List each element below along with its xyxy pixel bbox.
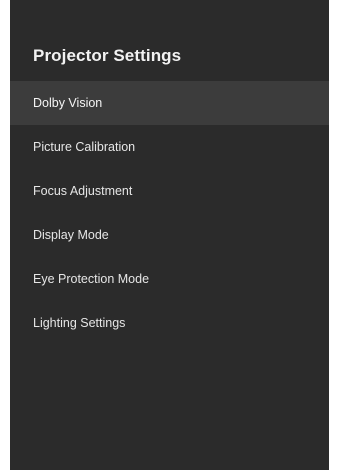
panel-title: Projector Settings <box>33 46 182 65</box>
menu-item-picture-calibration[interactable]: Picture Calibration <box>10 125 329 169</box>
menu-item-dolby-vision[interactable]: Dolby Vision <box>10 81 329 125</box>
menu-item-lighting-settings[interactable]: Lighting Settings <box>10 301 329 345</box>
settings-menu: Dolby Vision Picture Calibration Focus A… <box>10 81 329 345</box>
menu-item-focus-adjustment[interactable]: Focus Adjustment <box>10 169 329 213</box>
menu-item-eye-protection-mode[interactable]: Eye Protection Mode <box>10 257 329 301</box>
settings-panel: Projector Settings Dolby Vision Picture … <box>10 0 329 470</box>
menu-item-display-mode[interactable]: Display Mode <box>10 213 329 257</box>
